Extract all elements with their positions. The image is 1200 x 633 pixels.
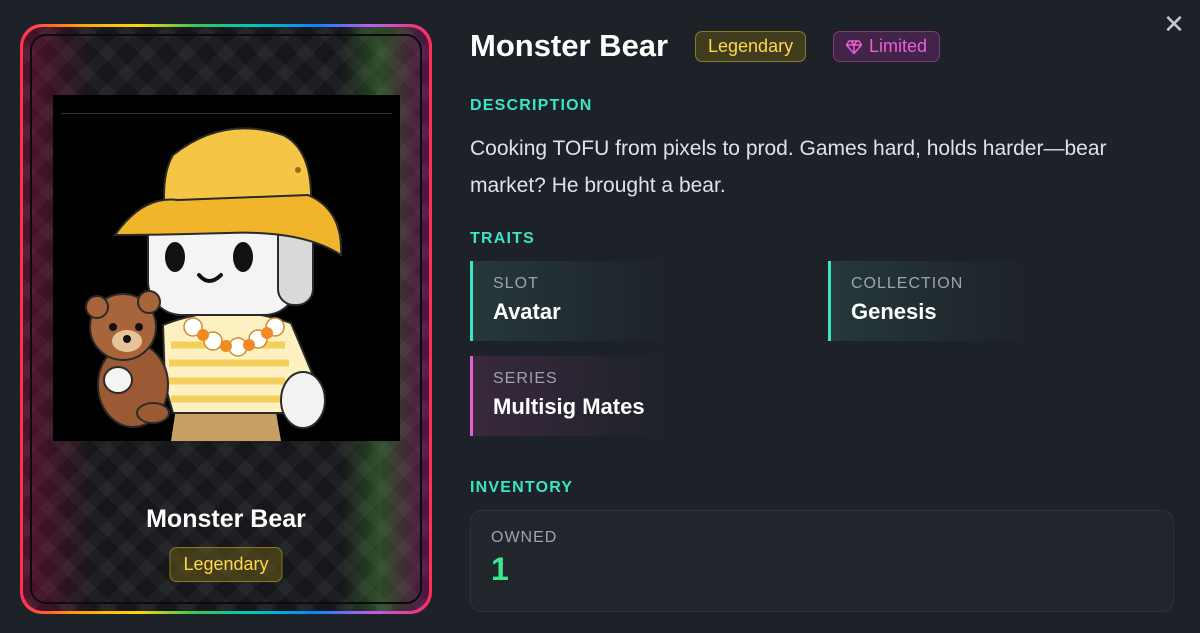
close-icon[interactable]: ✕ xyxy=(1162,11,1186,37)
item-detail-modal: Monster Bear Legendary Monster Bear Lege… xyxy=(0,0,1200,633)
trait-key: SERIES xyxy=(493,370,558,387)
inventory-panel: OWNED 1 xyxy=(470,510,1174,612)
inventory-heading: INVENTORY xyxy=(470,479,574,496)
limited-badge: Limited xyxy=(833,31,941,62)
trait-slot: SLOT Avatar xyxy=(470,261,670,341)
card-item-name: Monster Bear xyxy=(146,505,306,533)
trait-value: Multisig Mates xyxy=(493,394,645,419)
trait-key: COLLECTION xyxy=(851,275,964,292)
item-title: Monster Bear xyxy=(470,28,669,63)
owned-count: 1 xyxy=(491,551,509,587)
rarity-badge-label: Legendary xyxy=(708,36,794,56)
limited-badge-label: Limited xyxy=(869,36,928,56)
item-card: Monster Bear Legendary xyxy=(20,24,432,614)
description-heading: DESCRIPTION xyxy=(470,97,593,114)
item-card-body: Monster Bear Legendary xyxy=(23,27,429,611)
card-rarity-badge: Legendary xyxy=(169,547,283,582)
item-artwork xyxy=(53,95,400,441)
traits-heading: TRAITS xyxy=(470,230,535,247)
monster-bear-illustration xyxy=(85,127,343,441)
rarity-badge: Legendary xyxy=(695,31,807,62)
trait-value: Avatar xyxy=(493,299,561,324)
item-description: Cooking TOFU from pixels to prod. Games … xyxy=(470,137,1107,197)
trait-key: SLOT xyxy=(493,275,539,292)
trait-series: SERIES Multisig Mates xyxy=(470,356,670,436)
trait-collection: COLLECTION Genesis xyxy=(828,261,1028,341)
owned-label: OWNED xyxy=(491,529,558,546)
gem-icon xyxy=(846,39,862,55)
trait-value: Genesis xyxy=(851,299,937,324)
artwork-divider xyxy=(61,113,392,114)
